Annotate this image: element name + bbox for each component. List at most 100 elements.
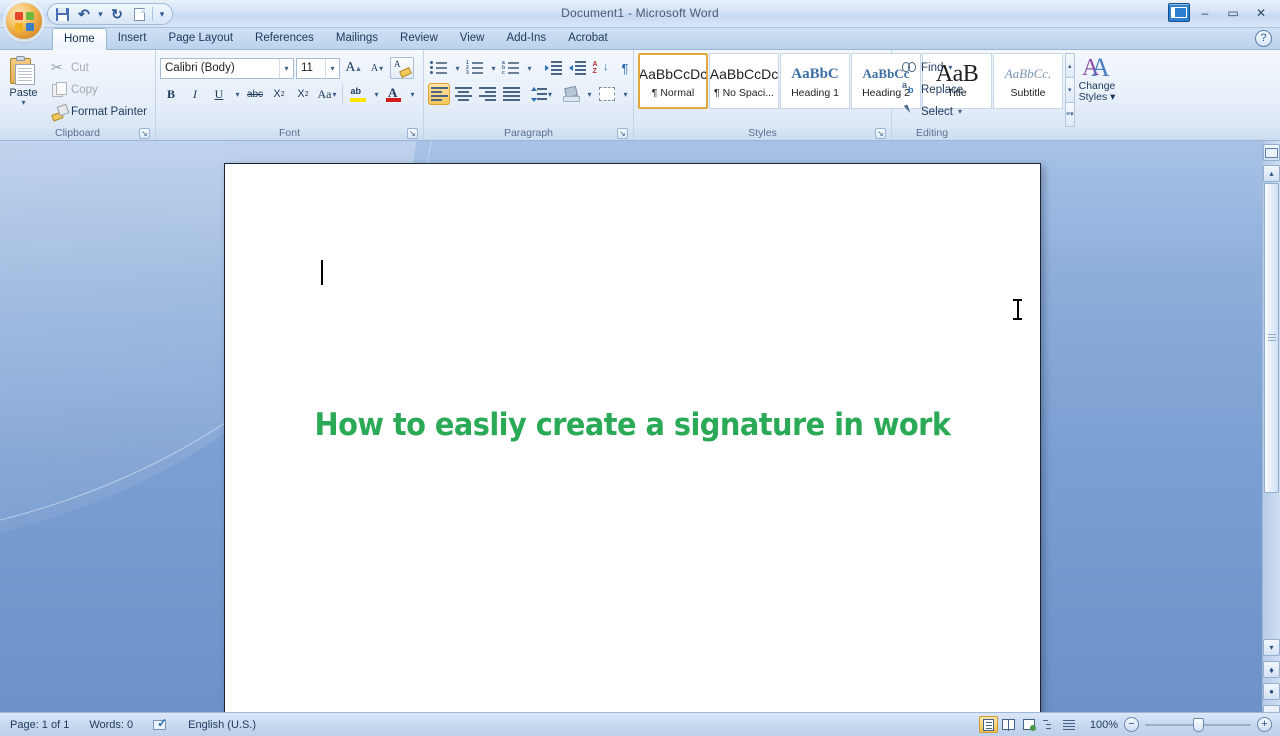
italic-button[interactable]: I: [184, 83, 206, 105]
tab-view[interactable]: View: [449, 28, 496, 49]
shading-button[interactable]: [560, 83, 582, 105]
copy-button[interactable]: Copy: [47, 79, 151, 100]
underline-button[interactable]: U: [208, 83, 230, 105]
styles-more-button[interactable]: ≡▾: [1065, 101, 1075, 127]
select-browse-object-button[interactable]: ●: [1263, 683, 1280, 700]
show-formatting-marks-button[interactable]: ¶: [614, 57, 636, 79]
help-button[interactable]: ?: [1255, 30, 1272, 47]
highlight-dropdown-icon[interactable]: ▾: [371, 83, 381, 105]
line-spacing-button[interactable]: ▾: [530, 83, 552, 105]
draft-view-button[interactable]: [1059, 716, 1078, 733]
undo-dropdown-icon[interactable]: ▾: [96, 5, 105, 23]
zoom-in-button[interactable]: +: [1257, 717, 1272, 732]
format-painter-button[interactable]: Format Painter: [47, 101, 151, 122]
zoom-level-label[interactable]: 100%: [1084, 719, 1118, 731]
numbering-button[interactable]: 123: [464, 57, 486, 79]
bullets-dropdown-icon[interactable]: ▾: [452, 57, 462, 79]
zoom-slider[interactable]: [1145, 717, 1251, 732]
cut-button[interactable]: Cut: [47, 57, 151, 78]
decrease-indent-button[interactable]: [542, 57, 564, 79]
subscript-button[interactable]: X2: [268, 83, 290, 105]
font-name-combo[interactable]: Calibri (Body) ▾: [160, 57, 294, 79]
print-layout-button[interactable]: [979, 716, 998, 733]
tab-mailings[interactable]: Mailings: [325, 28, 389, 49]
undo-button[interactable]: ↶: [74, 5, 94, 23]
zoom-slider-thumb[interactable]: [1193, 718, 1204, 732]
style-normal[interactable]: AaBbCcDc ¶ Normal: [638, 53, 708, 109]
view-ruler-button[interactable]: [1263, 144, 1280, 161]
tab-references[interactable]: References: [244, 28, 325, 49]
shrink-font-button[interactable]: A ▾: [366, 57, 388, 79]
zoom-out-button[interactable]: −: [1124, 717, 1139, 732]
justify-button[interactable]: [500, 83, 522, 105]
font-dialog-launcher[interactable]: ↘: [407, 128, 418, 139]
web-layout-button[interactable]: [1019, 716, 1038, 733]
strikethrough-button[interactable]: abc: [244, 83, 266, 105]
paragraph-dialog-launcher[interactable]: ↘: [617, 128, 628, 139]
align-center-button[interactable]: [452, 83, 474, 105]
multilevel-list-button[interactable]: abc: [500, 57, 522, 79]
document-page[interactable]: How to easliy create a signature in work: [224, 163, 1041, 712]
bullets-button[interactable]: [428, 57, 450, 79]
text-highlight-button[interactable]: ab: [347, 83, 369, 105]
document-heading[interactable]: How to easliy create a signature in work: [254, 407, 1012, 443]
page-indicator[interactable]: Page: 1 of 1: [0, 714, 79, 736]
tab-review[interactable]: Review: [389, 28, 449, 49]
paste-button[interactable]: Paste ▾: [4, 53, 43, 126]
font-color-button[interactable]: A: [383, 83, 405, 105]
font-color-dropdown-icon[interactable]: ▾: [407, 83, 417, 105]
align-right-button[interactable]: [476, 83, 498, 105]
vertical-scrollbar[interactable]: ▴ ▾ ♦ ● ♦: [1262, 141, 1280, 722]
save-button[interactable]: [52, 5, 72, 23]
proofing-status[interactable]: [143, 714, 178, 736]
increase-indent-button[interactable]: [566, 57, 588, 79]
redo-button[interactable]: ↻: [107, 5, 127, 23]
tab-acrobat[interactable]: Acrobat: [557, 28, 619, 49]
restore-window-icon[interactable]: [1168, 3, 1190, 22]
bold-button[interactable]: B: [160, 83, 182, 105]
maximize-restore-button[interactable]: ▭: [1220, 3, 1246, 22]
styles-dialog-launcher[interactable]: ↘: [875, 128, 886, 139]
word-count[interactable]: Words: 0: [79, 714, 143, 736]
style-heading-1[interactable]: AaBbC Heading 1: [780, 53, 850, 109]
multilevel-dropdown-icon[interactable]: ▾: [524, 57, 534, 79]
document-workspace[interactable]: How to easliy create a signature in work: [0, 141, 1280, 712]
close-button[interactable]: ✕: [1248, 3, 1274, 22]
scroll-up-button[interactable]: ▴: [1263, 165, 1280, 182]
shading-dropdown-icon[interactable]: ▾: [584, 83, 594, 105]
new-document-button[interactable]: [129, 5, 149, 23]
borders-dropdown-icon[interactable]: ▾: [620, 83, 630, 105]
clipboard-dialog-launcher[interactable]: ↘: [139, 128, 150, 139]
previous-page-button[interactable]: ♦: [1263, 661, 1280, 678]
tab-page-layout[interactable]: Page Layout: [157, 28, 244, 49]
sort-button[interactable]: A Z ↓: [590, 57, 612, 79]
align-left-button[interactable]: [428, 83, 450, 105]
styles-scroll-down-button[interactable]: ▾: [1065, 77, 1075, 103]
tab-insert[interactable]: Insert: [107, 28, 158, 49]
scroll-down-button[interactable]: ▾: [1263, 639, 1280, 656]
numbering-dropdown-icon[interactable]: ▾: [488, 57, 498, 79]
tab-home[interactable]: Home: [52, 28, 107, 50]
change-styles-button[interactable]: AA Change Styles ▾: [1079, 53, 1116, 126]
font-size-combo[interactable]: 11 ▾: [296, 57, 340, 79]
change-case-button[interactable]: Aa ▾: [316, 83, 338, 105]
clear-formatting-button[interactable]: [390, 57, 414, 79]
superscript-button[interactable]: X2: [292, 83, 314, 105]
underline-dropdown-icon[interactable]: ▾: [232, 83, 242, 105]
scrollbar-thumb[interactable]: [1264, 183, 1279, 493]
select-button[interactable]: Select ▾: [898, 101, 967, 122]
borders-button[interactable]: [596, 83, 618, 105]
find-button[interactable]: Find ▾: [898, 57, 967, 78]
customize-qat-button[interactable]: ▾: [156, 5, 168, 23]
styles-scroll-up-button[interactable]: ▴: [1065, 53, 1075, 79]
outline-view-button[interactable]: [1039, 716, 1058, 733]
grow-font-button[interactable]: A ▴: [342, 57, 364, 79]
full-screen-reading-button[interactable]: [999, 716, 1018, 733]
tab-add-ins[interactable]: Add-Ins: [495, 28, 557, 49]
replace-button[interactable]: Replace: [898, 79, 967, 100]
office-button[interactable]: [5, 2, 43, 40]
style-no-spacing[interactable]: AaBbCcDc ¶ No Spaci...: [709, 53, 779, 109]
minimize-button[interactable]: –: [1192, 3, 1218, 22]
style-subtitle[interactable]: AaBbCc. Subtitle: [993, 53, 1063, 109]
language-indicator[interactable]: English (U.S.): [178, 714, 266, 736]
